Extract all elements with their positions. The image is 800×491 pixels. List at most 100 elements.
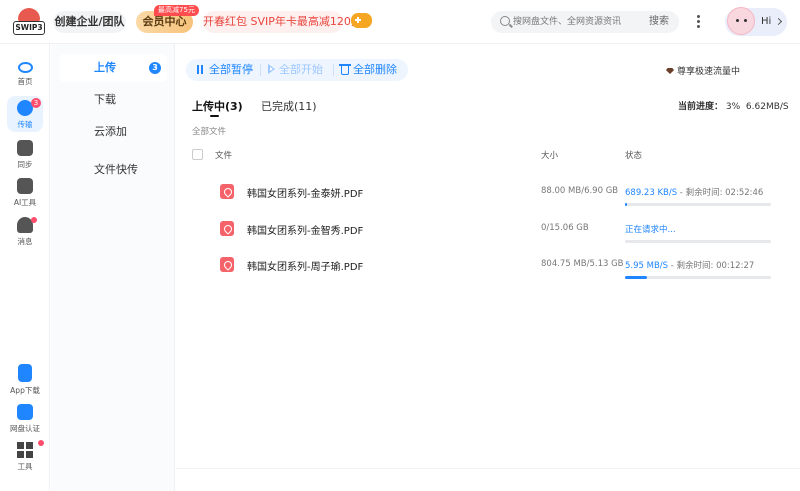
rail-item-home[interactable]: 首页 — [0, 62, 50, 87]
file-status: 5.95 MB/S - 剩余时间: 00:12:27 — [625, 259, 754, 271]
subnav-cloud-add[interactable]: 云添加 — [59, 118, 167, 146]
progress-percent: 3% — [725, 102, 741, 112]
top-bar: SWIP3 创建企业/团队 会员中心 最高减75元 开春红包 SVIP年卡最高减… — [0, 0, 800, 44]
progress-speed: 6.62MB/S — [745, 102, 789, 112]
file-name: 韩国女团系列-周子瑜.PDF — [247, 262, 364, 273]
rail-label: 同步 — [17, 160, 33, 169]
file-name: 韩国女团系列-金智秀.PDF — [247, 226, 364, 237]
file-name: 韩国女团系列-金泰妍.PDF — [247, 189, 364, 200]
delete-all-label: 全部删除 — [353, 63, 397, 76]
play-icon — [268, 64, 275, 74]
game-icon[interactable] — [351, 13, 372, 28]
rail-label: 消息 — [17, 237, 33, 246]
transfer-subnav: 上传 3 下载 云添加 文件快传 — [51, 44, 175, 491]
apps-grid-icon — [17, 442, 33, 458]
column-status: 状态 — [625, 151, 643, 161]
user-menu[interactable]: Hi — [725, 7, 787, 36]
rail-label: 传输 — [17, 120, 33, 129]
table-row[interactable]: 韩国女团系列-周子瑜.PDF 804.75 MB/5.13 GB 5.95 MB… — [192, 254, 782, 290]
subnav-label: 云添加 — [94, 125, 127, 138]
footer-divider — [176, 468, 800, 469]
file-size: 804.75 MB/5.13 GB — [541, 259, 624, 269]
rail-item-sync[interactable]: 同步 — [0, 140, 50, 170]
subnav-label: 下载 — [94, 93, 116, 106]
column-file: 文件 — [215, 151, 233, 161]
avatar — [727, 7, 755, 35]
tab-uploading[interactable]: 上传中(3) — [192, 98, 243, 114]
search-icon — [500, 16, 510, 26]
time-remaining: - 剩余时间: 00:12:27 — [668, 261, 755, 271]
subnav-upload[interactable]: 上传 3 — [59, 54, 167, 82]
pause-icon — [195, 64, 205, 74]
app-logo[interactable]: SWIP3 — [12, 8, 46, 36]
unread-dot — [31, 217, 37, 223]
sync-icon — [17, 140, 33, 156]
pause-all-button[interactable]: 全部暂停 — [195, 59, 253, 81]
subnav-download[interactable]: 下载 — [59, 86, 167, 114]
transfer-badge: 3 — [31, 98, 41, 108]
transfer-main: 全部暂停 全部开始 全部删除 尊享极速流量中 上传中(3) 已完成(11) 当前… — [176, 44, 800, 491]
progress-fill — [625, 203, 627, 206]
unread-dot — [38, 440, 44, 446]
cloud-home-icon — [17, 62, 33, 73]
pdf-icon — [220, 184, 234, 199]
subnav-quick-transfer[interactable]: 文件快传 — [59, 156, 167, 184]
table-row[interactable]: 韩国女团系列-金智秀.PDF 0/15.06 GB 正在请求中... — [192, 218, 782, 254]
tab-completed[interactable]: 已完成(11) — [261, 98, 317, 114]
greeting-text: Hi — [761, 16, 772, 27]
divider — [333, 64, 334, 76]
file-size: 88.00 MB/6.90 GB — [541, 186, 619, 196]
rail-label: 工具 — [17, 462, 33, 471]
column-size: 大小 — [541, 151, 559, 161]
left-rail: 首页 3 传输 同步 AI工具 消息 App下载 网盘认证 工具 — [0, 44, 50, 491]
rail-label: App下载 — [10, 386, 40, 395]
rail-label: AI工具 — [13, 198, 37, 207]
subnav-label: 文件快传 — [94, 163, 138, 176]
diamond-icon — [666, 68, 674, 74]
rail-item-tools[interactable]: 工具 — [0, 440, 50, 472]
rail-label: 首页 — [17, 77, 33, 86]
vip-speed-note: 尊享极速流量中 — [666, 64, 740, 77]
upload-count-badge: 3 — [149, 62, 161, 74]
progress-track — [625, 240, 771, 243]
pdf-icon — [220, 257, 234, 272]
ai-tool-icon — [17, 178, 33, 194]
delete-all-button[interactable]: 全部删除 — [339, 59, 397, 81]
create-enterprise-button[interactable]: 创建企业/团队 — [53, 11, 126, 33]
progress-track — [625, 276, 771, 279]
bulk-toolbar: 全部暂停 全部开始 全部删除 — [186, 59, 408, 81]
phone-icon — [18, 364, 32, 382]
table-header: 文件 大小 状态 — [192, 147, 782, 163]
transfer-speed: 5.95 MB/S — [625, 261, 669, 271]
progress-summary: 当前进度： 3% 6.62MB/S — [678, 99, 789, 112]
verified-icon — [17, 404, 33, 420]
file-status: 正在请求中... — [625, 223, 676, 235]
file-size: 0/15.06 GB — [541, 223, 589, 233]
subnav-label: 上传 — [94, 61, 116, 74]
more-menu-icon[interactable] — [694, 13, 702, 31]
transfer-speed: 正在请求中... — [625, 225, 676, 235]
table-row[interactable]: 韩国女团系列-金泰妍.PDF 88.00 MB/6.90 GB 689.23 K… — [192, 181, 782, 217]
promo-button[interactable]: 开春红包 SVIP年卡最高减120元 — [203, 11, 362, 33]
search-button[interactable]: 搜索 — [649, 11, 669, 33]
start-all-label: 全部开始 — [279, 63, 323, 76]
progress-track — [625, 203, 771, 206]
rail-item-transfer[interactable]: 3 传输 — [0, 98, 50, 130]
rail-item-app-download[interactable]: App下载 — [0, 364, 50, 396]
select-all-checkbox[interactable] — [192, 149, 203, 160]
logo-cap-icon — [18, 8, 40, 22]
search-box: 搜索 — [491, 11, 679, 33]
transfer-speed: 689.23 KB/S — [625, 188, 678, 198]
section-label: 全部文件 — [192, 127, 227, 137]
trash-icon — [339, 64, 351, 75]
search-input[interactable] — [513, 11, 633, 33]
member-discount-tag: 最高减75元 — [154, 5, 199, 16]
chevron-down-icon — [774, 17, 783, 26]
start-all-button[interactable]: 全部开始 — [268, 59, 323, 81]
rail-item-messages[interactable]: 消息 — [0, 217, 50, 247]
file-status: 689.23 KB/S - 剩余时间: 02:52:46 — [625, 186, 763, 198]
rail-item-ai-tools[interactable]: AI工具 — [0, 178, 50, 208]
progress-fill — [625, 276, 648, 279]
tab-underline — [210, 115, 219, 117]
rail-item-verification[interactable]: 网盘认证 — [0, 404, 50, 434]
